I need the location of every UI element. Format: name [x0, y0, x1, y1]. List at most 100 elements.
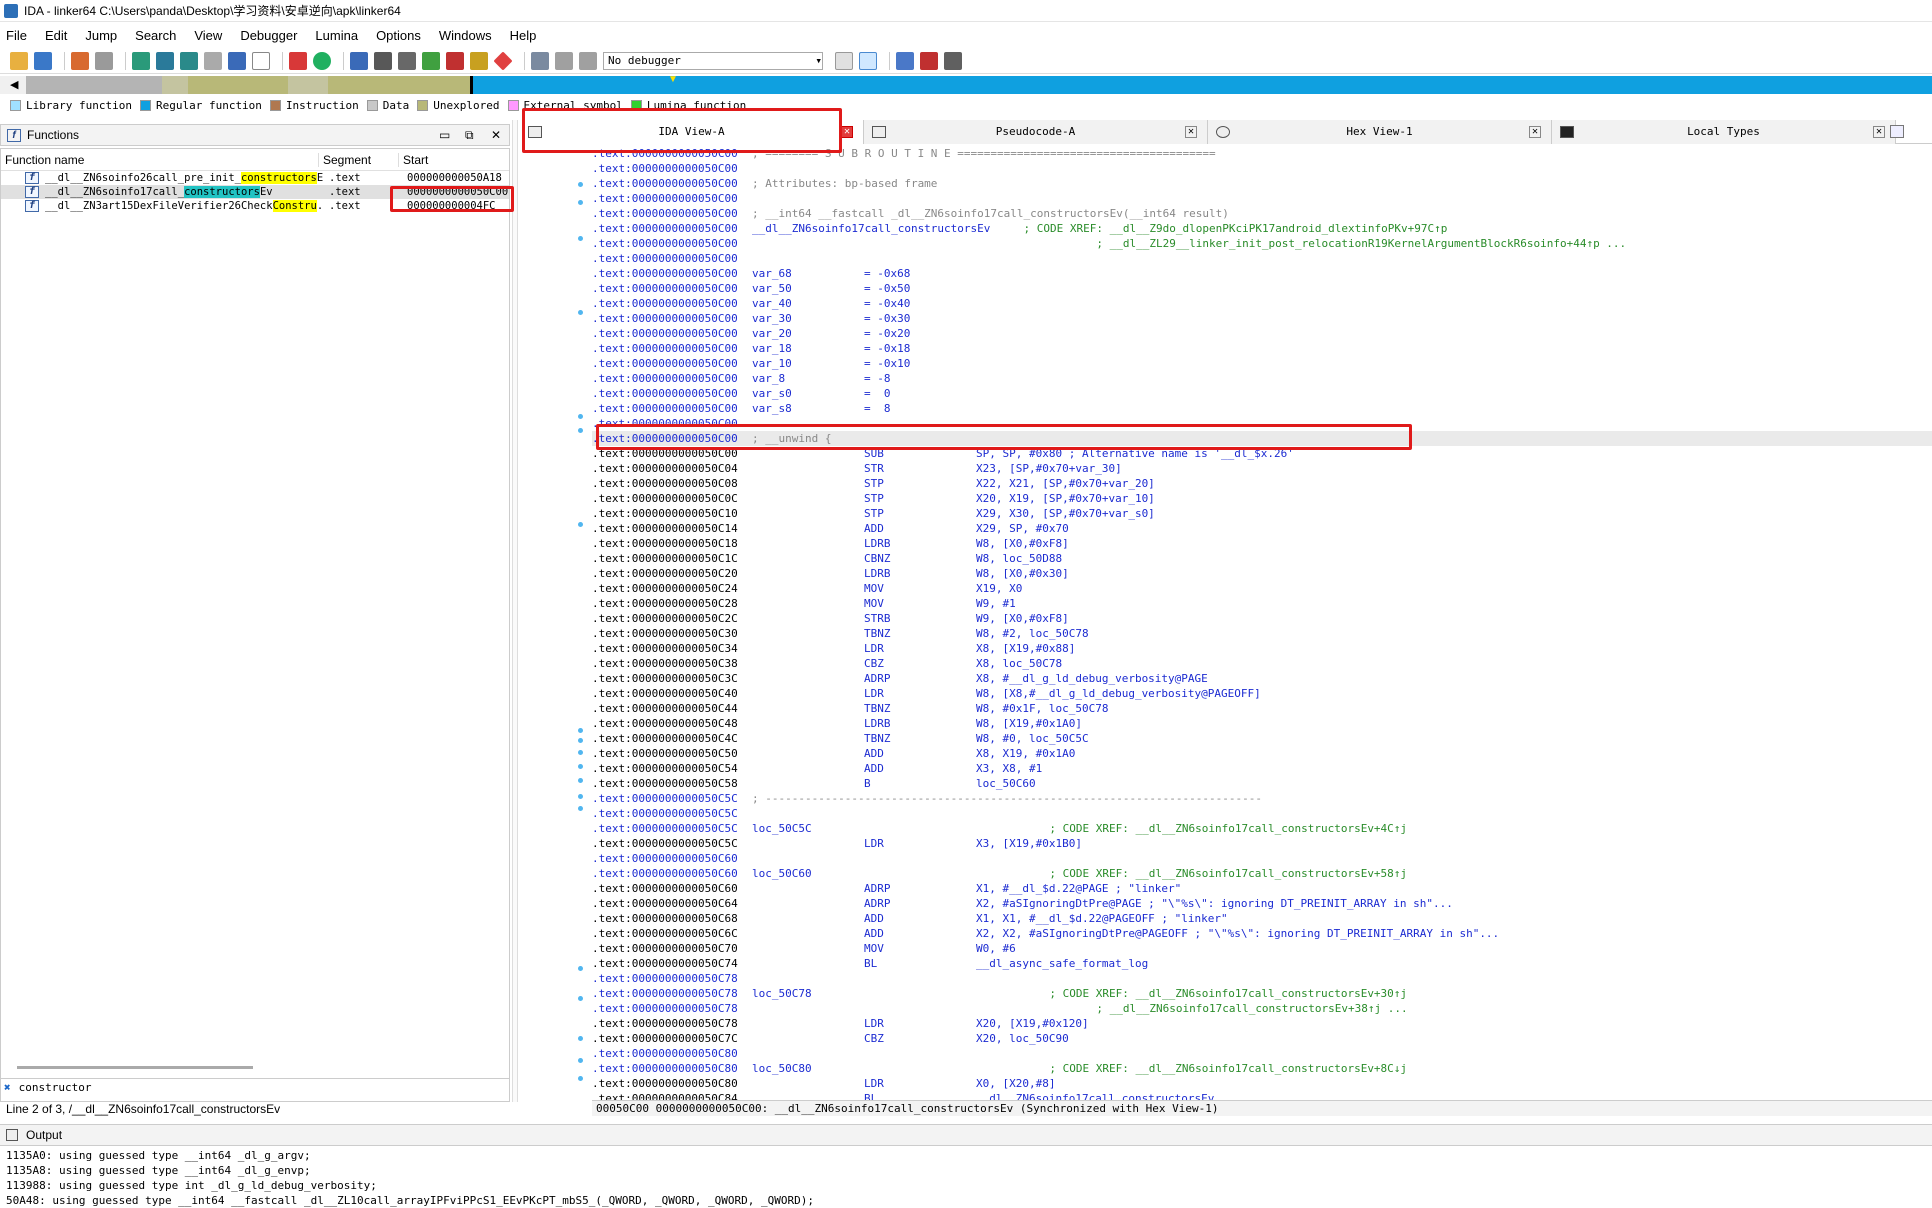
- disasm-operands[interactable]: X8, #__dl_g_ld_debug_verbosity@PAGE: [976, 671, 1208, 686]
- code-icon[interactable]: [859, 51, 877, 70]
- disasm-line[interactable]: .text:0000000000050C1C CBNZ W8, loc_50D88: [592, 551, 1932, 566]
- pause-icon[interactable]: [555, 51, 573, 70]
- disasm-line[interactable]: .text:0000000000050C5C ; ----------------…: [592, 791, 1932, 806]
- disasm-line[interactable]: .text:0000000000050C00 var_30 = -0x30: [592, 311, 1932, 326]
- disassembly-listing[interactable]: .text:0000000000050C00 ; ======== S U B R…: [592, 146, 1932, 1100]
- debugger-select[interactable]: No debugger ▾: [603, 51, 823, 70]
- save-icon[interactable]: [34, 51, 52, 70]
- menu-windows[interactable]: Windows: [439, 28, 492, 43]
- disasm-line[interactable]: .text:0000000000050C54 ADD X3, X8, #1: [592, 761, 1932, 776]
- disasm-line[interactable]: .text:0000000000050C00 ; __dl__ZL29__lin…: [592, 236, 1932, 251]
- disasm-line[interactable]: .text:0000000000050C5C LDR X3, [X19,#0x1B0…: [592, 836, 1932, 851]
- stop-icon[interactable]: [446, 51, 464, 70]
- disasm-operands[interactable]: X29, X30, [SP,#0x70+var_s0]: [976, 506, 1155, 521]
- column-header-start[interactable]: Start: [399, 153, 428, 167]
- disasm-line[interactable]: .text:0000000000050C00: [592, 191, 1932, 206]
- panel-menu-icon[interactable]: [1890, 125, 1904, 138]
- disasm-line[interactable]: .text:0000000000050C0C STP X20, X19, [SP,#…: [592, 491, 1932, 506]
- disasm-line[interactable]: .text:0000000000050C6C ADD X2, X2, #aSIgno…: [592, 926, 1932, 941]
- disasm-operands[interactable]: X1, #__dl_$d.22@PAGE ; "linker": [976, 881, 1181, 896]
- disasm-operands[interactable]: W8, [X0,#0xF8]: [976, 536, 1069, 551]
- disasm-label[interactable]: var_8: [752, 371, 864, 386]
- step-icon[interactable]: [493, 50, 513, 71]
- disasm-operands[interactable]: X23, [SP,#0x70+var_30]: [976, 461, 1122, 476]
- text-icon[interactable]: [252, 51, 270, 70]
- disasm-line[interactable]: .text:0000000000050C00 __dl__ZN6soinfo17c…: [592, 221, 1932, 236]
- disasm-operands[interactable]: X8, [X19,#0x88]: [976, 641, 1075, 656]
- patch-icon[interactable]: [204, 51, 222, 70]
- disasm-operands[interactable]: W8, #0, loc_50C5C: [976, 731, 1089, 746]
- list-icon[interactable]: [920, 51, 938, 70]
- disasm-line[interactable]: .text:0000000000050C60 ADRP X1, #__dl_$d.2…: [592, 881, 1932, 896]
- quick-filter-input[interactable]: constructor: [19, 1081, 92, 1094]
- clear-filter-icon[interactable]: ✖: [4, 1081, 11, 1094]
- disasm-line[interactable]: .text:0000000000050C00 var_8 = -8: [592, 371, 1932, 386]
- disasm-operands[interactable]: W8, #0x1F, loc_50C78: [976, 701, 1108, 716]
- outline-icon[interactable]: [944, 51, 962, 70]
- xrefs-icon[interactable]: [180, 51, 198, 70]
- disasm-operands[interactable]: X8, X19, #0x1A0: [976, 746, 1075, 761]
- close-icon[interactable]: ✕: [491, 128, 501, 142]
- disasm-line[interactable]: .text:0000000000050C50 ADD X8, X19, #0x1A0: [592, 746, 1932, 761]
- layout-icon[interactable]: [896, 51, 914, 70]
- disasm-operands[interactable]: W8, [X19,#0x1A0]: [976, 716, 1082, 731]
- horizontal-scrollbar[interactable]: [17, 1066, 253, 1069]
- disasm-line[interactable]: .text:0000000000050C3C ADRP X8, #__dl_g_ld…: [592, 671, 1932, 686]
- menu-view[interactable]: View: [194, 28, 222, 43]
- disasm-label[interactable]: __dl__ZN6soinfo17call_constructorsEv: [752, 221, 990, 236]
- disasm-line[interactable]: .text:0000000000050C08 STP X22, X21, [SP,#…: [592, 476, 1932, 491]
- disasm-line[interactable]: .text:0000000000050C00 SUB SP, SP, #0x80 ;…: [592, 446, 1932, 461]
- disasm-line[interactable]: .text:0000000000050C00: [592, 251, 1932, 266]
- disasm-line[interactable]: .text:0000000000050C4C TBNZ W8, #0, loc_50…: [592, 731, 1932, 746]
- disasm-line[interactable]: .text:0000000000050C38 CBZ X8, loc_50C78: [592, 656, 1932, 671]
- disasm-line[interactable]: .text:0000000000050C00 var_s8 = 8: [592, 401, 1932, 416]
- open-icon[interactable]: [10, 51, 28, 70]
- disasm-line[interactable]: .text:0000000000050C60: [592, 851, 1932, 866]
- disasm-line[interactable]: .text:0000000000050C44 TBNZ W8, #0x1F, loc…: [592, 701, 1932, 716]
- disasm-line[interactable]: .text:0000000000050C60 loc_50C60 ; CODE X…: [592, 866, 1932, 881]
- disasm-label[interactable]: var_68: [752, 266, 864, 281]
- disasm-operands[interactable]: X22, X21, [SP,#0x70+var_20]: [976, 476, 1155, 491]
- disasm-line[interactable]: .text:0000000000050C00 ; __int64 __fastca…: [592, 206, 1932, 221]
- disasm-label[interactable]: var_30: [752, 311, 864, 326]
- disasm-operands[interactable]: X1, X1, #__dl_$d.22@PAGEOFF ; "linker": [976, 911, 1228, 926]
- disasm-line[interactable]: .text:0000000000050C00: [592, 416, 1932, 431]
- disasm-line[interactable]: .text:0000000000050C04 STR X23, [SP,#0x70+…: [592, 461, 1932, 476]
- disasm-line[interactable]: .text:0000000000050C00 var_40 = -0x40: [592, 296, 1932, 311]
- disasm-operands[interactable]: W0, #6: [976, 941, 1016, 956]
- disasm-line[interactable]: .text:0000000000050C70 MOV W0, #6: [592, 941, 1932, 956]
- disasm-line[interactable]: .text:0000000000050C34 LDR X8, [X19,#0x88]: [592, 641, 1932, 656]
- tab-hex-view-1[interactable]: Hex View-1 ✕: [1208, 119, 1552, 144]
- copy-icon[interactable]: [835, 51, 853, 70]
- disasm-line[interactable]: .text:0000000000050C84 BL __dl__ZN6soinfo1…: [592, 1091, 1932, 1100]
- column-header-segment[interactable]: Segment: [319, 152, 399, 167]
- disasm-operands[interactable]: W9, [X0,#0xF8]: [976, 611, 1069, 626]
- disasm-label[interactable]: var_50: [752, 281, 864, 296]
- disasm-label[interactable]: var_10: [752, 356, 864, 371]
- close-tab-icon[interactable]: ✕: [841, 125, 853, 138]
- disasm-line[interactable]: .text:0000000000050C58 Bloc_50C60: [592, 776, 1932, 791]
- disasm-line[interactable]: .text:0000000000050C28 MOV W9, #1: [592, 596, 1932, 611]
- disasm-line[interactable]: .text:0000000000050C80 loc_50C80 ; CODE X…: [592, 1061, 1932, 1076]
- disasm-label[interactable]: var_18: [752, 341, 864, 356]
- disasm-line[interactable]: .text:0000000000050C80: [592, 1046, 1932, 1061]
- close-tab-icon[interactable]: ✕: [1185, 125, 1197, 138]
- proximity-icon[interactable]: [156, 51, 174, 70]
- disasm-operands[interactable]: __dl__ZN6soinfo17call_constructorsEv: [976, 1091, 1214, 1100]
- run-script-icon[interactable]: [313, 51, 331, 70]
- graph-icon[interactable]: [132, 51, 150, 70]
- disasm-line[interactable]: .text:0000000000050C78: [592, 971, 1932, 986]
- segments-icon[interactable]: [398, 51, 416, 70]
- disasm-line[interactable]: .text:0000000000050C7C CBZ X20, loc_50C90: [592, 1031, 1932, 1046]
- table-row[interactable]: f __dl__ZN3art15DexFileVerifier26CheckCo…: [1, 199, 509, 213]
- panel-splitter[interactable]: [512, 120, 518, 1102]
- disasm-line[interactable]: .text:0000000000050C40 LDR W8, [X8,#__dl_g…: [592, 686, 1932, 701]
- disasm-line[interactable]: .text:0000000000050C64 ADRP X2, #aSIgnorin…: [592, 896, 1932, 911]
- strings-icon[interactable]: [374, 51, 392, 70]
- disasm-line[interactable]: .text:0000000000050C78 loc_50C78 ; CODE X…: [592, 986, 1932, 1001]
- disasm-operands[interactable]: W8, #2, loc_50C78: [976, 626, 1089, 641]
- menu-file[interactable]: File: [6, 28, 27, 43]
- play-icon[interactable]: [531, 51, 549, 70]
- disasm-line[interactable]: .text:0000000000050C74 BL __dl_async_safe_…: [592, 956, 1932, 971]
- disasm-line[interactable]: .text:0000000000050C5C: [592, 806, 1932, 821]
